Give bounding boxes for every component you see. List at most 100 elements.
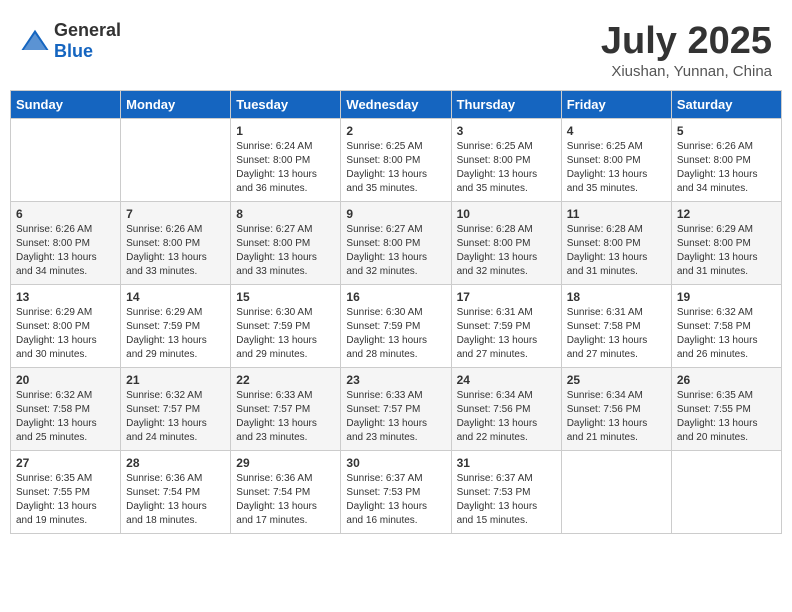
- day-info: Sunrise: 6:26 AM Sunset: 8:00 PM Dayligh…: [677, 140, 776, 196]
- day-number: 6: [16, 207, 115, 221]
- calendar-cell: 28 Sunrise: 6:36 AM Sunset: 7:54 PM Dayli…: [121, 451, 231, 534]
- weekday-header-wednesday: Wednesday: [341, 91, 451, 119]
- day-number: 26: [677, 373, 776, 387]
- day-info: Sunrise: 6:33 AM Sunset: 7:57 PM Dayligh…: [236, 389, 335, 445]
- day-info: Sunrise: 6:25 AM Sunset: 8:00 PM Dayligh…: [567, 140, 666, 196]
- day-info: Sunrise: 6:30 AM Sunset: 7:59 PM Dayligh…: [236, 306, 335, 362]
- calendar-cell: 26 Sunrise: 6:35 AM Sunset: 7:55 PM Dayli…: [671, 368, 781, 451]
- day-number: 4: [567, 124, 666, 138]
- day-number: 7: [126, 207, 225, 221]
- day-number: 10: [457, 207, 556, 221]
- day-number: 29: [236, 456, 335, 470]
- day-info: Sunrise: 6:24 AM Sunset: 8:00 PM Dayligh…: [236, 140, 335, 196]
- day-number: 19: [677, 290, 776, 304]
- weekday-header-thursday: Thursday: [451, 91, 561, 119]
- calendar-cell: 13 Sunrise: 6:29 AM Sunset: 8:00 PM Dayli…: [11, 285, 121, 368]
- calendar-cell: 8 Sunrise: 6:27 AM Sunset: 8:00 PM Daylig…: [231, 202, 341, 285]
- calendar-cell: 17 Sunrise: 6:31 AM Sunset: 7:59 PM Dayli…: [451, 285, 561, 368]
- logo-blue: Blue: [54, 41, 121, 62]
- calendar-cell: 2 Sunrise: 6:25 AM Sunset: 8:00 PM Daylig…: [341, 119, 451, 202]
- calendar-week-row: 1 Sunrise: 6:24 AM Sunset: 8:00 PM Daylig…: [11, 119, 782, 202]
- day-info: Sunrise: 6:36 AM Sunset: 7:54 PM Dayligh…: [126, 472, 225, 528]
- day-number: 11: [567, 207, 666, 221]
- day-info: Sunrise: 6:25 AM Sunset: 8:00 PM Dayligh…: [457, 140, 556, 196]
- day-info: Sunrise: 6:35 AM Sunset: 7:55 PM Dayligh…: [677, 389, 776, 445]
- calendar-cell: 27 Sunrise: 6:35 AM Sunset: 7:55 PM Dayli…: [11, 451, 121, 534]
- calendar-cell: 15 Sunrise: 6:30 AM Sunset: 7:59 PM Dayli…: [231, 285, 341, 368]
- day-number: 3: [457, 124, 556, 138]
- day-info: Sunrise: 6:27 AM Sunset: 8:00 PM Dayligh…: [346, 223, 445, 279]
- day-number: 17: [457, 290, 556, 304]
- day-info: Sunrise: 6:25 AM Sunset: 8:00 PM Dayligh…: [346, 140, 445, 196]
- day-info: Sunrise: 6:26 AM Sunset: 8:00 PM Dayligh…: [16, 223, 115, 279]
- logo-icon: [20, 26, 50, 56]
- calendar-cell: 30Sunrise: 6:37 AM Sunset: 7:53 PM Dayli…: [341, 451, 451, 534]
- day-info: Sunrise: 6:36 AM Sunset: 7:54 PM Dayligh…: [236, 472, 335, 528]
- page-header: General Blue July 2025 Xiushan, Yunnan, …: [10, 10, 782, 85]
- calendar-cell: 22 Sunrise: 6:33 AM Sunset: 7:57 PM Dayli…: [231, 368, 341, 451]
- logo-general: General: [54, 20, 121, 41]
- day-info: Sunrise: 6:29 AM Sunset: 8:00 PM Dayligh…: [677, 223, 776, 279]
- calendar-week-row: 6 Sunrise: 6:26 AM Sunset: 8:00 PM Daylig…: [11, 202, 782, 285]
- calendar-cell: [121, 119, 231, 202]
- day-number: 13: [16, 290, 115, 304]
- calendar-cell: 14 Sunrise: 6:29 AM Sunset: 7:59 PM Dayli…: [121, 285, 231, 368]
- day-info: Sunrise: 6:26 AM Sunset: 8:00 PM Dayligh…: [126, 223, 225, 279]
- day-info: Sunrise: 6:30 AM Sunset: 7:59 PM Dayligh…: [346, 306, 445, 362]
- calendar-cell: [671, 451, 781, 534]
- day-number: 9: [346, 207, 445, 221]
- calendar-cell: 24Sunrise: 6:34 AM Sunset: 7:56 PM Dayli…: [451, 368, 561, 451]
- calendar-cell: 12Sunrise: 6:29 AM Sunset: 8:00 PM Dayli…: [671, 202, 781, 285]
- weekday-header-row: SundayMondayTuesdayWednesdayThursdayFrid…: [11, 91, 782, 119]
- day-number: 2: [346, 124, 445, 138]
- day-info: Sunrise: 6:28 AM Sunset: 8:00 PM Dayligh…: [567, 223, 666, 279]
- logo-text: General Blue: [54, 20, 121, 62]
- calendar-cell: 3 Sunrise: 6:25 AM Sunset: 8:00 PM Daylig…: [451, 119, 561, 202]
- calendar-cell: 4 Sunrise: 6:25 AM Sunset: 8:00 PM Daylig…: [561, 119, 671, 202]
- day-number: 1: [236, 124, 335, 138]
- calendar-cell: 18Sunrise: 6:31 AM Sunset: 7:58 PM Dayli…: [561, 285, 671, 368]
- calendar-cell: 23Sunrise: 6:33 AM Sunset: 7:57 PM Dayli…: [341, 368, 451, 451]
- calendar-cell: 10 Sunrise: 6:28 AM Sunset: 8:00 PM Dayli…: [451, 202, 561, 285]
- calendar-cell: 7 Sunrise: 6:26 AM Sunset: 8:00 PM Daylig…: [121, 202, 231, 285]
- calendar-cell: 5Sunrise: 6:26 AM Sunset: 8:00 PM Daylig…: [671, 119, 781, 202]
- day-number: 27: [16, 456, 115, 470]
- day-info: Sunrise: 6:28 AM Sunset: 8:00 PM Dayligh…: [457, 223, 556, 279]
- day-number: 28: [126, 456, 225, 470]
- calendar-cell: 11 Sunrise: 6:28 AM Sunset: 8:00 PM Dayli…: [561, 202, 671, 285]
- day-number: 14: [126, 290, 225, 304]
- day-info: Sunrise: 6:29 AM Sunset: 7:59 PM Dayligh…: [126, 306, 225, 362]
- calendar-cell: 9 Sunrise: 6:27 AM Sunset: 8:00 PM Daylig…: [341, 202, 451, 285]
- title-block: July 2025 Xiushan, Yunnan, China: [601, 20, 772, 80]
- day-info: Sunrise: 6:31 AM Sunset: 7:59 PM Dayligh…: [457, 306, 556, 362]
- weekday-header-tuesday: Tuesday: [231, 91, 341, 119]
- day-info: Sunrise: 6:32 AM Sunset: 7:57 PM Dayligh…: [126, 389, 225, 445]
- day-number: 8: [236, 207, 335, 221]
- calendar-cell: 25 Sunrise: 6:34 AM Sunset: 7:56 PM Dayli…: [561, 368, 671, 451]
- day-info: Sunrise: 6:35 AM Sunset: 7:55 PM Dayligh…: [16, 472, 115, 528]
- day-info: Sunrise: 6:27 AM Sunset: 8:00 PM Dayligh…: [236, 223, 335, 279]
- calendar-cell: 1 Sunrise: 6:24 AM Sunset: 8:00 PM Daylig…: [231, 119, 341, 202]
- calendar-cell: 6 Sunrise: 6:26 AM Sunset: 8:00 PM Daylig…: [11, 202, 121, 285]
- day-number: 25: [567, 373, 666, 387]
- day-info: Sunrise: 6:32 AM Sunset: 7:58 PM Dayligh…: [677, 306, 776, 362]
- weekday-header-friday: Friday: [561, 91, 671, 119]
- logo: General Blue: [20, 20, 121, 62]
- day-info: Sunrise: 6:29 AM Sunset: 8:00 PM Dayligh…: [16, 306, 115, 362]
- calendar-week-row: 27 Sunrise: 6:35 AM Sunset: 7:55 PM Dayli…: [11, 451, 782, 534]
- day-number: 18: [567, 290, 666, 304]
- calendar-cell: [561, 451, 671, 534]
- day-number: 23: [346, 373, 445, 387]
- calendar-week-row: 20Sunrise: 6:32 AM Sunset: 7:58 PM Dayli…: [11, 368, 782, 451]
- day-number: 24: [457, 373, 556, 387]
- day-number: 15: [236, 290, 335, 304]
- day-number: 31: [457, 456, 556, 470]
- day-number: 16: [346, 290, 445, 304]
- location: Xiushan, Yunnan, China: [601, 63, 772, 80]
- weekday-header-monday: Monday: [121, 91, 231, 119]
- calendar-cell: 31Sunrise: 6:37 AM Sunset: 7:53 PM Dayli…: [451, 451, 561, 534]
- day-number: 22: [236, 373, 335, 387]
- calendar-table: SundayMondayTuesdayWednesdayThursdayFrid…: [10, 90, 782, 534]
- day-info: Sunrise: 6:34 AM Sunset: 7:56 PM Dayligh…: [567, 389, 666, 445]
- day-info: Sunrise: 6:32 AM Sunset: 7:58 PM Dayligh…: [16, 389, 115, 445]
